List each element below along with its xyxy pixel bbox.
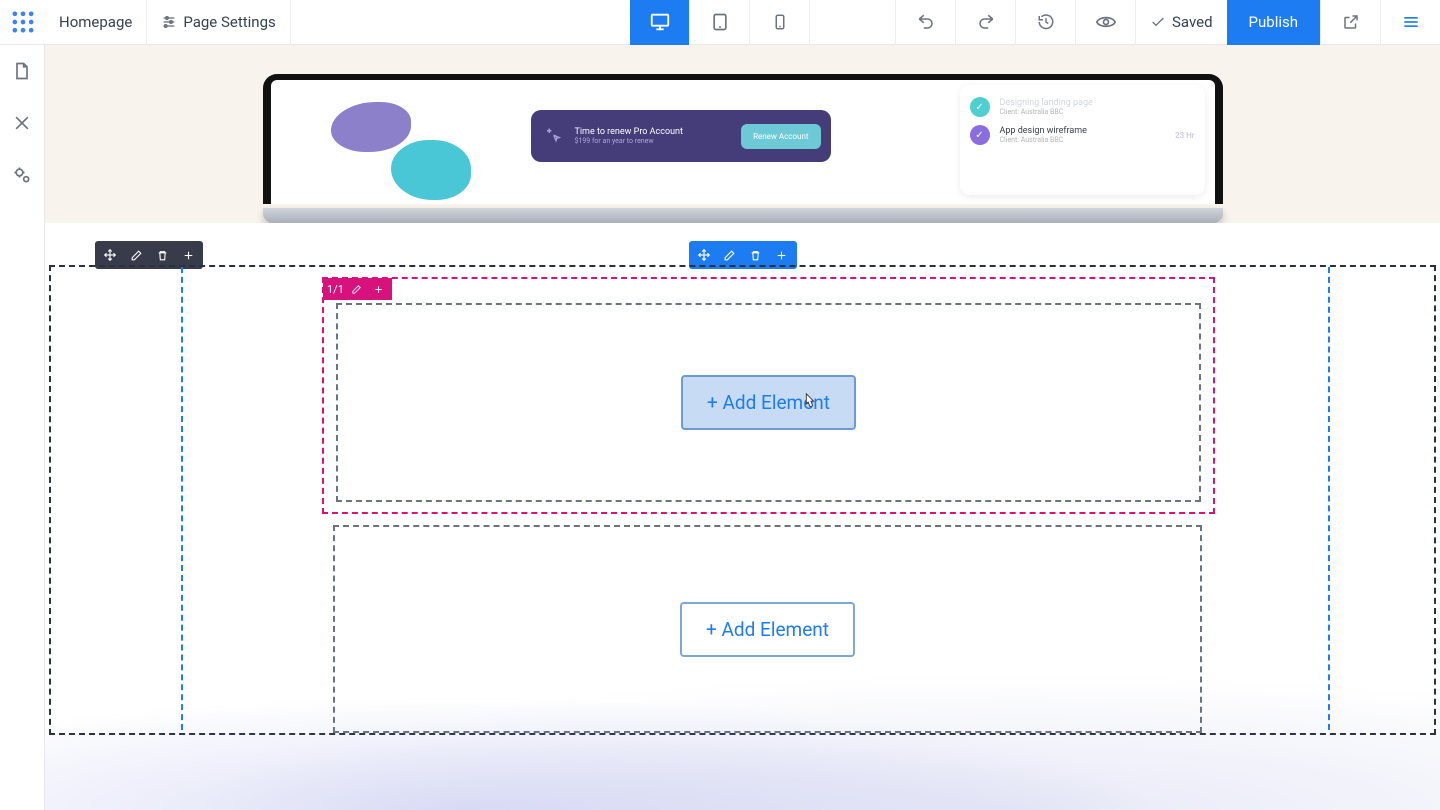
column-add-button[interactable] (370, 280, 388, 298)
column-outline[interactable]: 1/1 + Add Element (322, 277, 1215, 514)
laptop-screen: Time to renew Pro Account $199 for an ye… (271, 80, 1215, 204)
plus-icon (373, 284, 384, 295)
undo-button[interactable] (895, 0, 955, 45)
rail-settings-button[interactable] (6, 159, 38, 191)
trash-icon (156, 249, 169, 262)
edit-icon (723, 249, 736, 262)
trash-icon (749, 249, 762, 262)
tablet-icon (710, 12, 730, 32)
add-element-button[interactable]: + Add Element (680, 602, 855, 657)
move-icon (103, 248, 117, 262)
row-move-handle[interactable] (691, 244, 717, 266)
page-icon (12, 61, 32, 81)
editor-canvas: Time to renew Pro Account $199 for an ye… (45, 45, 1440, 810)
hero-section: Time to renew Pro Account $199 for an ye… (45, 45, 1440, 223)
column-edit-button[interactable] (348, 280, 366, 298)
task-title: App design wireframe (1000, 126, 1166, 136)
rail-pages-button[interactable] (6, 55, 38, 87)
external-link-icon (1342, 13, 1360, 31)
eye-icon (1096, 12, 1116, 32)
add-element-label: + Add Element (707, 391, 830, 414)
add-element-button[interactable]: + Add Element (681, 375, 856, 430)
device-tablet-button[interactable] (690, 0, 750, 45)
left-rail (0, 45, 45, 810)
blob-teal (391, 140, 471, 200)
device-desktop-button[interactable] (630, 0, 690, 45)
saved-label: Saved (1172, 13, 1213, 31)
move-icon (697, 248, 711, 262)
save-status: Saved (1135, 0, 1227, 45)
section-move-handle[interactable] (97, 244, 123, 266)
check-circle-icon: ✓ (970, 125, 990, 145)
renew-sub: $199 for an year to renew (575, 137, 732, 145)
blob-purple (331, 102, 411, 152)
design-tools-icon (12, 113, 32, 133)
plus-icon (775, 249, 788, 262)
homepage-link[interactable]: Homepage (45, 0, 147, 45)
pointer-icon (541, 124, 565, 148)
drop-zone[interactable]: + Add Element (336, 303, 1201, 502)
renew-text: Time to renew Pro Account $199 for an ye… (575, 127, 732, 145)
page-settings-label: Page Settings (183, 13, 275, 31)
task-sub: Client: Australia BBC (1000, 108, 1195, 116)
task-row: ✓ App design wireframe Client: Australia… (970, 121, 1195, 149)
topbar-right: Saved Publish (895, 0, 1440, 44)
section-outline[interactable]: 1/1 + Add Element + Add Elem (49, 265, 1436, 735)
menu-button[interactable] (1380, 0, 1440, 45)
renew-title: Time to renew Pro Account (575, 127, 732, 137)
topbar-left: Homepage Page Settings (0, 0, 291, 44)
section-add-button[interactable] (175, 244, 201, 266)
device-mobile-button[interactable] (750, 0, 810, 45)
edit-icon (351, 284, 362, 295)
open-external-button[interactable] (1320, 0, 1380, 45)
history-icon (1037, 13, 1055, 31)
row-edit-button[interactable] (717, 244, 743, 266)
logo-icon (9, 8, 37, 36)
task-list-card: ✓ Designing landing page Client: Austral… (960, 85, 1205, 195)
desktop-icon (649, 11, 671, 33)
redo-icon (977, 13, 995, 31)
top-toolbar: Homepage Page Settings (0, 0, 1440, 45)
homepage-label: Homepage (59, 13, 132, 31)
drop-zone[interactable]: + Add Element (333, 525, 1202, 733)
decorative-blobs (271, 80, 511, 204)
app-logo[interactable] (0, 0, 45, 45)
check-circle-icon: ✓ (970, 97, 990, 117)
row-delete-button[interactable] (743, 244, 769, 266)
rail-design-button[interactable] (6, 107, 38, 139)
edit-icon (130, 249, 143, 262)
task-row: ✓ Designing landing page Client: Austral… (970, 93, 1195, 121)
laptop-bezel: Time to renew Pro Account $199 for an ye… (263, 74, 1223, 204)
laptop-base (263, 208, 1223, 223)
column-badge: 1/1 (323, 278, 392, 300)
row-add-button[interactable] (769, 244, 795, 266)
hamburger-icon (1401, 12, 1421, 32)
check-icon (1150, 14, 1166, 30)
plus-icon (182, 249, 195, 262)
row-outline[interactable]: 1/1 + Add Element + Add Elem (181, 267, 1330, 730)
device-switcher (630, 0, 810, 45)
publish-button[interactable]: Publish (1227, 0, 1320, 45)
publish-label: Publish (1249, 13, 1298, 31)
redo-button[interactable] (955, 0, 1015, 45)
task-meta: 23 Hr (1175, 131, 1194, 140)
history-button[interactable] (1015, 0, 1075, 45)
renew-account-card: Time to renew Pro Account $199 for an ye… (531, 110, 831, 162)
section-edit-button[interactable] (123, 244, 149, 266)
preview-button[interactable] (1075, 0, 1135, 45)
task-sub: Client: Australia BBC (1000, 136, 1166, 144)
page-settings-link[interactable]: Page Settings (147, 0, 290, 45)
settings-sliders-icon (161, 14, 177, 30)
renew-button: Renew Account (741, 124, 820, 149)
section-delete-button[interactable] (149, 244, 175, 266)
undo-icon (917, 13, 935, 31)
laptop-mockup: Time to renew Pro Account $199 for an ye… (263, 74, 1223, 223)
task-title: Designing landing page (1000, 98, 1195, 108)
add-element-label: + Add Element (706, 618, 829, 641)
gear-icon (12, 165, 32, 185)
mobile-icon (771, 13, 789, 31)
column-ratio: 1/1 (327, 283, 344, 296)
